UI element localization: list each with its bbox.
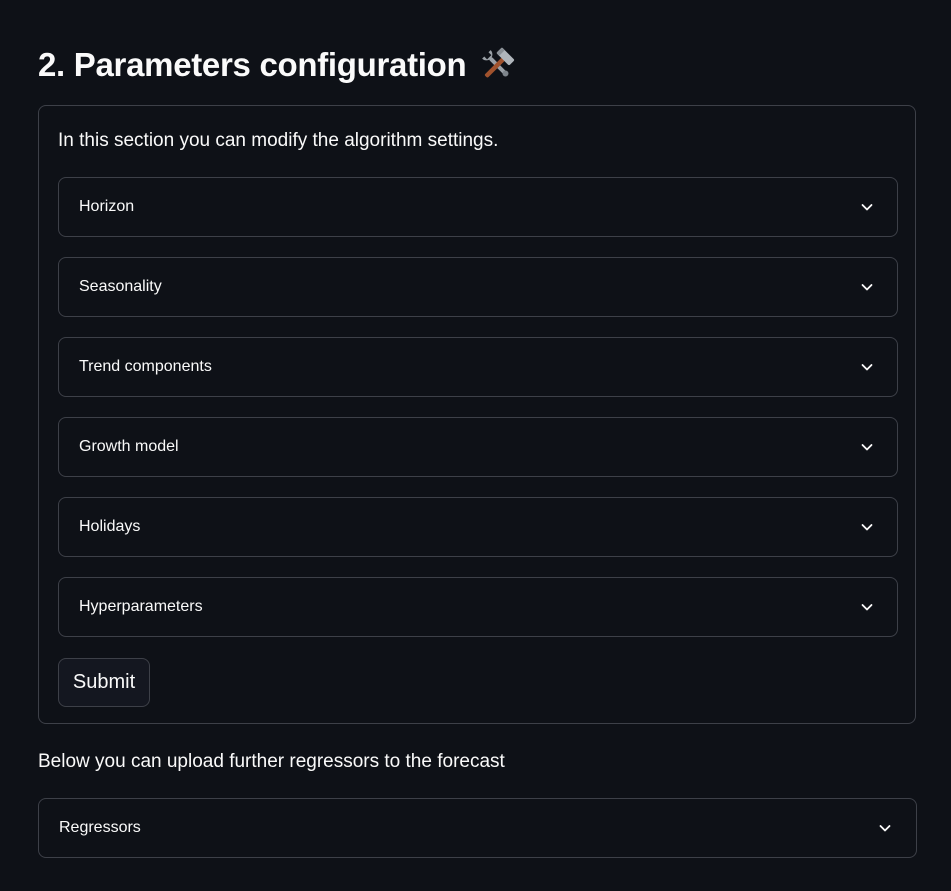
expander-growth-model[interactable]: Growth model xyxy=(58,417,898,477)
expander-label: Growth model xyxy=(79,438,179,455)
parameters-intro-text: In this section you can modify the algor… xyxy=(58,130,499,151)
expander-label: Hyperparameters xyxy=(79,598,203,615)
page-title-text: 2. Parameters configuration xyxy=(38,46,467,83)
chevron-down-icon xyxy=(877,820,893,836)
chevron-down-icon xyxy=(859,199,875,215)
expander-label: Regressors xyxy=(59,819,141,836)
parameters-form: In this section you can modify the algor… xyxy=(38,105,916,724)
expander-trend-components[interactable]: Trend components xyxy=(58,337,898,397)
expander-label: Holidays xyxy=(79,518,141,535)
expander-holidays[interactable]: Holidays xyxy=(58,497,898,557)
expander-hyperparameters[interactable]: Hyperparameters xyxy=(58,577,898,637)
page: 2. Parameters configuration In this sect… xyxy=(0,0,951,891)
chevron-down-icon xyxy=(859,279,875,295)
chevron-down-icon xyxy=(859,359,875,375)
expander-label: Seasonality xyxy=(79,278,162,295)
expander-regressors[interactable]: Regressors xyxy=(38,798,917,858)
submit-button[interactable]: Submit xyxy=(58,658,150,707)
expander-label: Horizon xyxy=(79,198,135,215)
expander-seasonality[interactable]: Seasonality xyxy=(58,257,898,317)
chevron-down-icon xyxy=(859,439,875,455)
page-title: 2. Parameters configuration xyxy=(38,40,516,90)
expander-horizon[interactable]: Horizon xyxy=(58,177,898,237)
hammer-and-wrench-icon xyxy=(478,46,516,84)
chevron-down-icon xyxy=(859,519,875,535)
regressors-intro-text: Below you can upload further regressors … xyxy=(38,751,505,772)
chevron-down-icon xyxy=(859,599,875,615)
expander-label: Trend components xyxy=(79,358,212,375)
